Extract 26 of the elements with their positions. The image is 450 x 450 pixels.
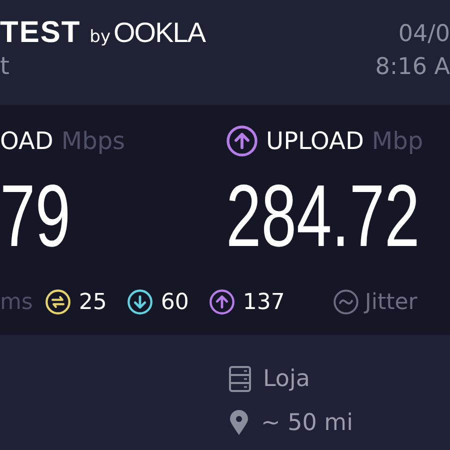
unit-label: Mbp <box>372 127 424 155</box>
ping-value: 25 <box>78 290 107 314</box>
logo-byline: by <box>90 27 111 47</box>
server-icon <box>229 366 251 392</box>
test-date: 04/0 <box>398 20 450 49</box>
subtitle: t <box>0 52 10 80</box>
server-distance: ~ 50 mi <box>261 410 353 436</box>
server-name: Loja <box>263 366 310 392</box>
location-pin-icon <box>229 410 249 436</box>
speed-value: 284.72 <box>226 171 420 261</box>
app-logo: TEST <box>0 16 81 50</box>
upload-label: UPLOAD <box>266 127 364 155</box>
upload-icon <box>226 125 258 157</box>
jitter-icon <box>332 289 359 315</box>
idle-ping-icon <box>44 289 71 315</box>
unit-label: Mbps <box>61 127 126 155</box>
ping-value: 60 <box>160 290 189 314</box>
upload-ping-icon <box>208 289 235 315</box>
speed-value: 79 <box>0 171 70 261</box>
brand-logo: OOKLA <box>114 17 206 49</box>
ping-unit: ms <box>0 290 33 314</box>
test-time: 8:16 A <box>375 53 450 82</box>
jitter-label: Jitter <box>364 290 418 314</box>
download-ping-icon <box>126 289 153 315</box>
ping-value: 137 <box>242 290 285 314</box>
download-label: OAD <box>0 127 54 155</box>
